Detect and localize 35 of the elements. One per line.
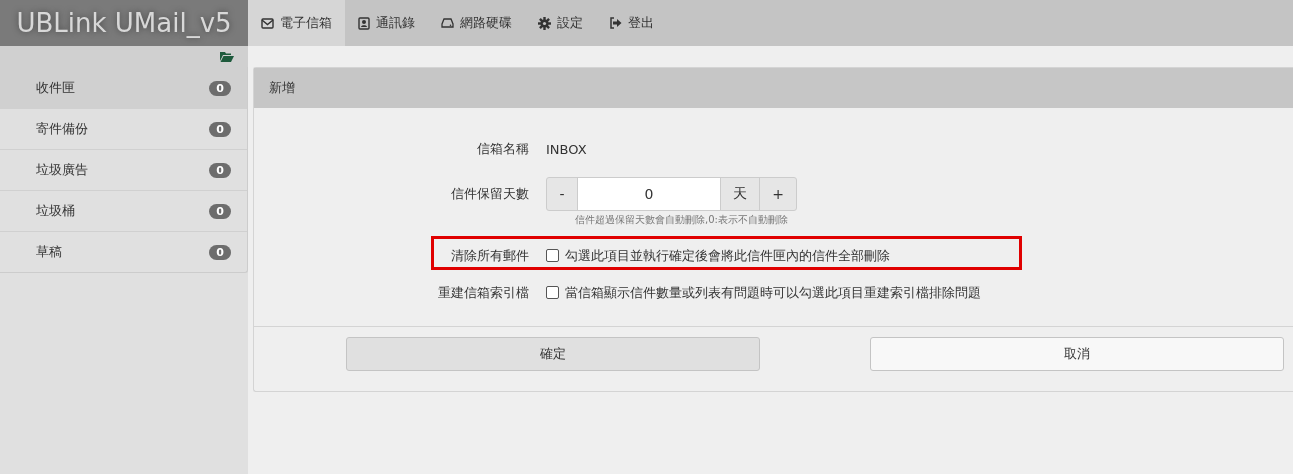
folder-item[interactable]: 垃圾廣告 0	[0, 149, 247, 190]
folder-item[interactable]: 收件匣 0	[0, 67, 247, 108]
field-label: 信件保留天數	[451, 186, 529, 201]
nav-tab[interactable]: 設定	[525, 0, 596, 46]
cancel-button[interactable]: 取消	[870, 337, 1284, 371]
app-logo: UBLink UMail_v5	[0, 0, 248, 46]
checkbox[interactable]	[546, 286, 559, 299]
folder-item[interactable]: 垃圾桶 0	[0, 190, 247, 231]
nav-tab[interactable]: 通訊錄	[345, 0, 428, 46]
nav-tab[interactable]: 電子信箱	[248, 0, 345, 46]
field-label: 清除所有郵件	[451, 247, 529, 263]
checkbox-label: 當信箱顯示信件數量或列表有問題時可以勾選此項目重建索引檔排除問題	[565, 283, 981, 302]
count-badge: 0	[209, 121, 231, 137]
hint-text: 信件超過保留天數會自動刪除,0:表示不自動刪除	[575, 213, 789, 227]
logout-icon	[609, 17, 622, 29]
settings-icon	[538, 16, 551, 30]
field-label: 重建信箱索引檔	[438, 284, 529, 300]
hard-drive-icon	[441, 18, 454, 28]
nav-tab[interactable]: 網路硬碟	[428, 0, 525, 46]
checkbox[interactable]	[546, 249, 559, 262]
field-label: 信箱名稱	[477, 141, 529, 156]
count-badge: 0	[209, 162, 231, 178]
count-badge: 0	[209, 244, 231, 260]
nav-tab[interactable]: 登出	[596, 0, 667, 46]
count-badge: 0	[209, 80, 231, 96]
field-value: INBOX	[546, 141, 587, 157]
folder-item[interactable]: 草稿 0	[0, 231, 247, 272]
checkbox-label: 勾選此項目並執行確定後會將此信件匣內的信件全部刪除	[565, 246, 890, 265]
confirm-button[interactable]: 確定	[346, 337, 760, 371]
folder-item[interactable]: 寄件備份 0	[0, 108, 247, 149]
contact-card-icon	[358, 16, 370, 30]
count-badge: 0	[209, 203, 231, 219]
panel-title: 新增	[269, 79, 295, 97]
folder-icon[interactable]	[220, 51, 234, 62]
envelope-icon	[261, 17, 274, 29]
